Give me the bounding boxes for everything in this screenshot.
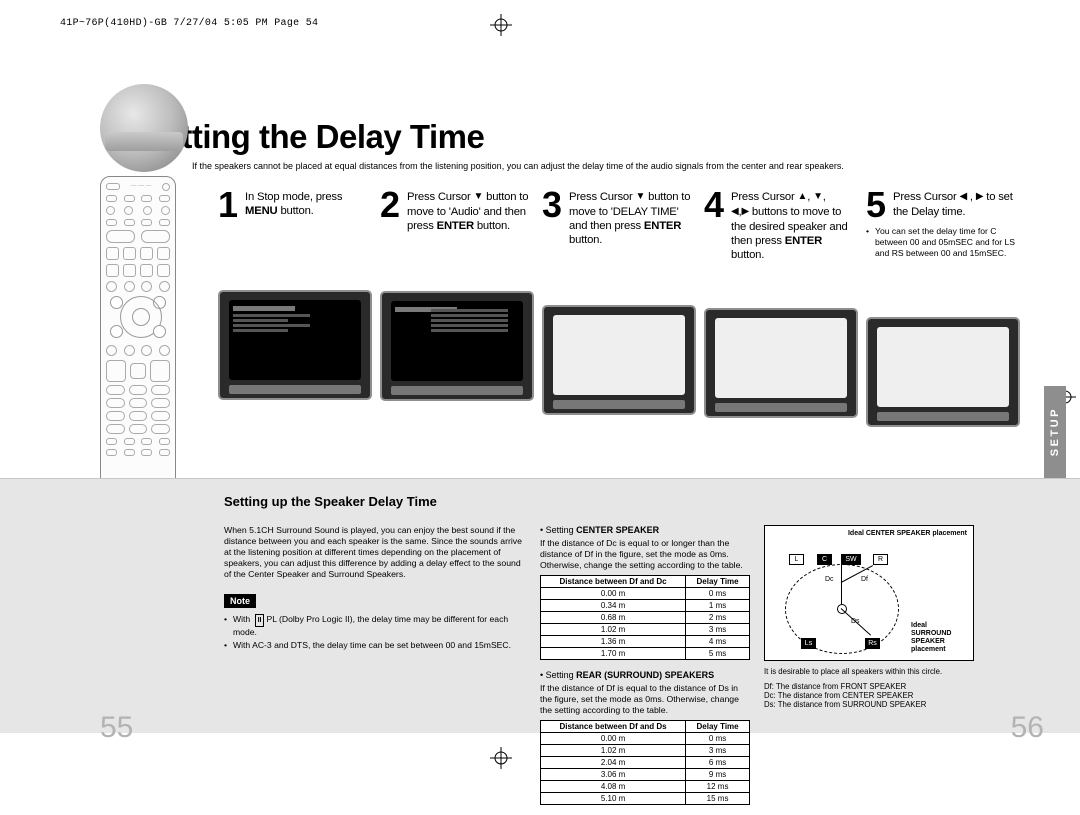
step-2-screenshot (380, 291, 534, 401)
lower-col-1: When 5.1CH Surround Sound is played, you… (224, 525, 526, 653)
page-number-left: 55 (100, 711, 133, 745)
note-2: With AC-3 and DTS, the delay time can be… (224, 640, 526, 651)
step-1-number: 1 (218, 190, 238, 220)
proof-line: 41P~76P(410HD)-GB 7/27/04 5:05 PM Page 5… (60, 18, 318, 29)
step-2: 2 Press Cursor ▼ button to move to 'Audi… (380, 190, 530, 427)
step-1-screenshot (218, 290, 372, 400)
step-1-text: In Stop mode, press MENU button. (245, 190, 368, 218)
diagram-legend: Df: The distance from FRONT SPEAKER Dc: … (764, 682, 984, 709)
registration-mark-bottom (490, 747, 512, 769)
step-4: 4 Press Cursor ▲, ▼,◀,▶ buttons to move … (704, 190, 854, 427)
page-number-right: 56 (1011, 711, 1044, 745)
intro-text: If the speakers cannot be placed at equa… (142, 160, 844, 172)
hero-block: Setting the Delay Time If the speakers c… (100, 84, 844, 172)
note-1: With IIPL (Dolby Pro Logic II), the dela… (224, 614, 526, 638)
rear-speaker-heading: • Setting REAR (SURROUND) SPEAKERS (540, 670, 750, 680)
step-2-number: 2 (380, 190, 400, 220)
section-tab: SETUP (1044, 386, 1066, 478)
registration-mark-top (490, 14, 512, 36)
step-1: 1 In Stop mode, press MENU button. (218, 190, 368, 427)
step-5: 5 Press Cursor ◀ , ▶ to set the Delay ti… (866, 190, 1018, 427)
center-speaker-heading: • Setting CENTER SPEAKER (540, 525, 750, 535)
step-5-number: 5 (866, 190, 886, 220)
step-4-screenshot (704, 308, 858, 418)
step-4-number: 4 (704, 190, 724, 220)
step-4-text: Press Cursor ▲, ▼,◀,▶ buttons to move to… (731, 190, 854, 262)
steps-row: 1 In Stop mode, press MENU button. 2 Pre… (218, 190, 1018, 427)
step-5-note: You can set the delay time for C between… (866, 226, 1018, 259)
lower-col-3: Ideal CENTER SPEAKER placement L C SW R … (764, 525, 984, 709)
speaker-placement-diagram: Ideal CENTER SPEAKER placement L C SW R … (764, 525, 974, 661)
step-3: 3 Press Cursor ▼ button to move to 'DELA… (542, 190, 692, 427)
center-delay-table: Distance between Df and DcDelay Time0.00… (540, 575, 750, 660)
note-badge: Note (224, 594, 256, 608)
lower-section: Setting up the Speaker Delay Time When 5… (0, 478, 1080, 733)
center-speaker-body: If the distance of Dc is equal to or lon… (540, 538, 750, 571)
step-5-screenshot (866, 317, 1020, 427)
step-3-number: 3 (542, 190, 562, 220)
lower-heading: Setting up the Speaker Delay Time (224, 494, 1050, 509)
lower-col-2: • Setting CENTER SPEAKER If the distance… (540, 525, 750, 815)
lower-paragraph: When 5.1CH Surround Sound is played, you… (224, 525, 526, 580)
prologic-icon: II (255, 614, 265, 627)
step-5-text: Press Cursor ◀ , ▶ to set the Delay time… (893, 190, 1018, 219)
diagram-circle-note: It is desirable to place all speakers wi… (764, 667, 984, 676)
lower-notes: With IIPL (Dolby Pro Logic II), the dela… (224, 614, 526, 651)
step-2-text: Press Cursor ▼ button to move to 'Audio'… (407, 190, 530, 233)
page-title: Setting the Delay Time (142, 118, 844, 156)
step-3-screenshot (542, 305, 696, 415)
hero-image (100, 84, 188, 172)
rear-speaker-body: If the distance of Df is equal to the di… (540, 683, 750, 716)
step-3-text: Press Cursor ▼ button to move to 'DELAY … (569, 190, 692, 247)
